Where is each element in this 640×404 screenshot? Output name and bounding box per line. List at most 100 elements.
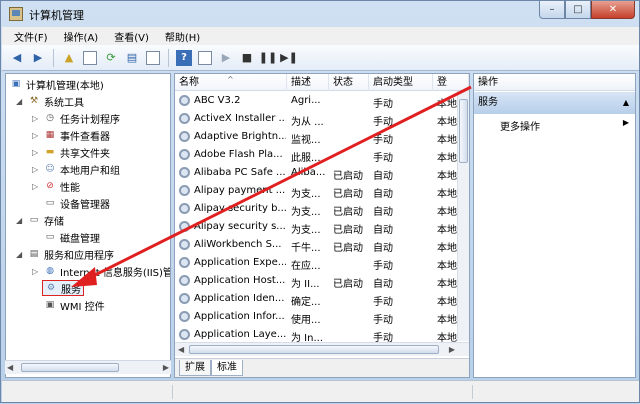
scroll-thumb[interactable] (21, 363, 119, 372)
service-name: AliWorkbench S... (194, 239, 282, 250)
event-icon: ▦ (45, 130, 55, 140)
tree-item-task-scheduler[interactable]: ▷ ◷ 任务计划程序 (32, 110, 120, 126)
restart-service-button[interactable]: ▶❚ (280, 49, 298, 67)
tree-item-computer-management[interactable]: ▣ 计算机管理(本地) (10, 76, 104, 92)
back-button[interactable]: ◀ (8, 49, 26, 67)
properties-button[interactable] (144, 49, 162, 67)
actions-section-services[interactable]: 服务 ▲ (474, 92, 635, 114)
performance-icon: ⊘ (46, 181, 54, 191)
tree-item-local-users[interactable]: ▷ ☺ 本地用户和组 (32, 161, 120, 177)
service-logon: 本地 (437, 135, 457, 146)
help-button[interactable]: ? (175, 49, 193, 67)
show-hide-tree-button[interactable] (81, 49, 99, 67)
service-row[interactable]: Application Expe... 在应... 手动 本地 (175, 254, 459, 272)
tree-horizontal-scrollbar[interactable]: ◀ ▶ (5, 360, 171, 374)
minimize-icon: – (549, 4, 555, 15)
collapse-section-icon: ▲ (622, 98, 629, 107)
menu-file[interactable]: 文件(F) (6, 29, 56, 44)
minimize-button[interactable]: – (539, 1, 565, 19)
refresh-button[interactable]: ⟳ (102, 49, 120, 67)
tree-item-disk-management[interactable]: ▭ 磁盘管理 (44, 229, 100, 245)
view-tabs: 扩展 标准 (175, 358, 469, 377)
tree-label: 服务和应用程序 (44, 250, 114, 262)
storage-icon: ▭ (29, 215, 39, 225)
pause-service-button[interactable]: ❚❚ (259, 49, 277, 67)
service-status: 已启动 (333, 243, 363, 254)
start-service-button[interactable]: ▶ (217, 49, 235, 67)
more-actions-link[interactable]: 更多操作 (500, 118, 540, 133)
service-description: Aliba... (291, 167, 326, 178)
stop-service-button[interactable]: ■ (238, 49, 256, 67)
restart-icon: ▶❚ (280, 51, 298, 64)
service-startup-type: 手动 (373, 135, 393, 146)
service-row[interactable]: ActiveX Installer ... 为从 ... 手动 本地 (175, 110, 459, 128)
scroll-right-icon: ▶ (162, 363, 169, 372)
menu-help[interactable]: 帮助(H) (157, 29, 208, 44)
tree-item-device-manager[interactable]: ▭ 设备管理器 (44, 195, 110, 211)
service-gear-icon (179, 131, 190, 142)
service-row[interactable]: ABC V3.2 Agri... 手动 本地 (175, 92, 459, 110)
service-row[interactable]: Application Infor... 使用... 手动 本地 (175, 308, 459, 326)
scroll-thumb[interactable] (459, 99, 468, 163)
actions-pane: 操作 服务 ▲ 更多操作 ▶ (473, 73, 636, 378)
up-level-button[interactable]: ▲ (60, 49, 78, 67)
service-gear-icon (179, 311, 190, 322)
console-tree-icon (83, 50, 97, 65)
show-action-pane-button[interactable] (196, 49, 214, 67)
service-row[interactable]: Alipay payment ... 为支... 已启动 自动 本地 (175, 182, 459, 200)
service-row[interactable]: Alibaba PC Safe ... Aliba... 已启动 自动 本地 (175, 164, 459, 182)
tree-item-iis[interactable]: ▷ ◍ Internet 信息服务(IIS)管 (32, 263, 170, 279)
services-horizontal-scrollbar[interactable]: ◀ ▶ (175, 342, 469, 356)
service-name: Application Infor... (194, 311, 285, 322)
column-startup-type[interactable]: 启动类型 (369, 74, 433, 91)
service-row[interactable]: Adaptive Brightn... 监视... 手动 本地 (175, 128, 459, 146)
wmi-icon: ▣ (45, 300, 55, 310)
folder-icon: ▬ (45, 147, 55, 157)
service-row[interactable]: Application Iden... 确定... 手动 本地 (175, 290, 459, 308)
tree-item-services-and-apps[interactable]: ◢ ▤ 服务和应用程序 (16, 246, 114, 262)
service-gear-icon (179, 185, 190, 196)
close-button[interactable]: ✕ (591, 1, 635, 19)
scroll-left-icon: ◀ (7, 363, 14, 372)
tree-item-wmi[interactable]: ▣ WMI 控件 (44, 297, 105, 313)
tree-item-services[interactable]: ⚙ 服务 (42, 280, 84, 296)
tools-icon: ⚒ (29, 96, 39, 106)
device-icon: ▭ (45, 198, 55, 208)
service-row[interactable]: AliWorkbench S... 千牛... 已启动 自动 本地 (175, 236, 459, 254)
expand-arrow-icon: ▷ (32, 164, 39, 174)
title-bar[interactable]: 计算机管理 – □ ✕ (1, 1, 639, 27)
tab-extended[interactable]: 扩展 (179, 360, 211, 376)
tree-item-storage[interactable]: ◢ ▭ 存储 (16, 212, 64, 228)
computer-management-icon (9, 7, 23, 21)
forward-button[interactable]: ▶ (29, 49, 47, 67)
service-description: 为 II... (291, 279, 320, 290)
sort-ascending-icon: ^ (227, 75, 234, 84)
menu-action[interactable]: 操作(A) (56, 29, 107, 44)
tree-item-event-viewer[interactable]: ▷ ▦ 事件查看器 (32, 127, 110, 143)
service-name: ABC V3.2 (194, 95, 241, 106)
service-gear-icon (179, 149, 190, 160)
service-row[interactable]: Alipay security s... 为支... 已启动 自动 本地 (175, 218, 459, 236)
section-label: 服务 (478, 97, 498, 108)
tree-item-performance[interactable]: ▷ ⊘ 性能 (32, 178, 80, 194)
column-description[interactable]: 描述 (287, 74, 329, 91)
tree-label: 事件查看器 (60, 131, 110, 143)
tree-item-system-tools[interactable]: ◢ ⚒ 系统工具 (16, 93, 84, 109)
services-vertical-scrollbar[interactable] (457, 91, 469, 341)
maximize-button[interactable]: □ (565, 1, 591, 19)
column-logon[interactable]: 登 (433, 74, 469, 91)
column-name[interactable]: 名称 ^ (175, 74, 287, 91)
tree-item-shared-folders[interactable]: ▷ ▬ 共享文件夹 (32, 144, 110, 160)
service-row[interactable]: Alipay security b... 为支... 已启动 自动 本地 (175, 200, 459, 218)
export-list-button[interactable]: ▤ (123, 49, 141, 67)
column-status[interactable]: 状态 (329, 74, 369, 91)
scroll-thumb[interactable] (189, 345, 439, 354)
service-row[interactable]: Application Host... 为 II... 已启动 自动 本地 (175, 272, 459, 290)
refresh-icon: ⟳ (106, 51, 116, 64)
service-gear-icon (179, 95, 190, 106)
menu-view[interactable]: 查看(V) (106, 29, 157, 44)
service-description: 使用... (291, 315, 321, 326)
tab-standard[interactable]: 标准 (211, 360, 243, 376)
tree-label: WMI 控件 (60, 301, 105, 313)
service-row[interactable]: Adobe Flash Pla... 此服... 手动 本地 (175, 146, 459, 164)
